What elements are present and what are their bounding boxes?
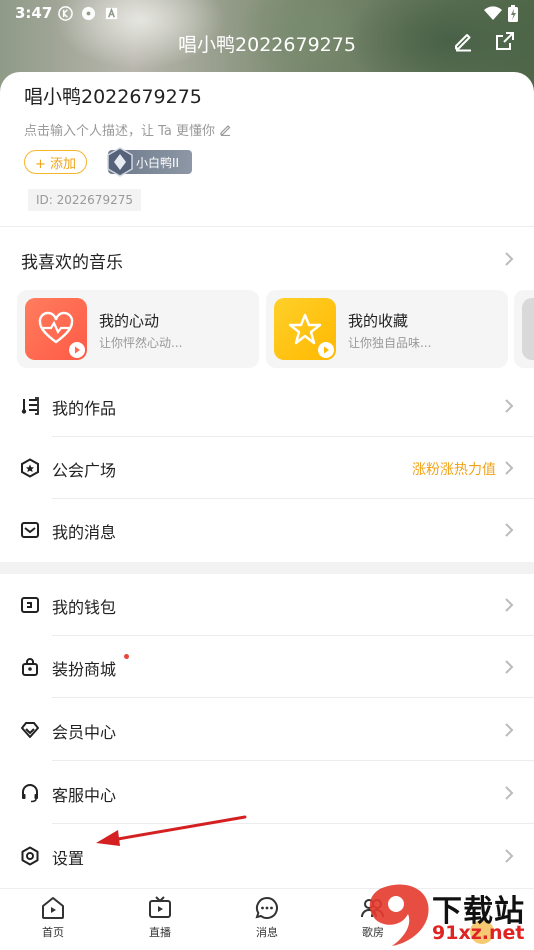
music-note-list-icon [21,397,39,415]
tab-messages[interactable]: 消息 [237,895,297,947]
chevron-right-icon [505,723,514,737]
diamond-icon [21,722,39,738]
menu-row-support[interactable]: 客服中心 [0,762,534,824]
row-divider [52,760,534,761]
music-card-partial[interactable] [514,290,534,368]
tab-label: 首页 [42,926,64,939]
mail-icon [21,522,39,538]
play-small-icon [318,342,334,358]
chevron-right-icon [505,461,514,475]
edit-pencil-icon[interactable] [452,30,474,52]
guild-promo-text: 涨粉涨热力值 [412,462,496,478]
menu-row-messages[interactable]: 我的消息 [0,499,534,561]
tab-home[interactable]: 首页 [23,895,83,947]
status-time: 3:47 [15,4,53,22]
status-system-icons [484,5,518,22]
home-play-icon [42,897,64,919]
heartbeat-icon [25,298,87,360]
music-card-title: 我的心动 [99,312,160,330]
chevron-right-icon [505,399,514,413]
tab-live[interactable]: 直播 [130,895,190,947]
shop-bag-icon [22,658,38,676]
play-small-icon [69,342,85,358]
wifi-icon [484,6,502,21]
profile-username: 唱小鸭2022679275 [24,86,202,108]
chevron-right-icon[interactable] [504,251,514,267]
menu-row-label: 装扮商城 [52,660,117,679]
guild-hexagon-icon [21,458,39,478]
add-tag-button[interactable]: + 添加 [24,150,87,174]
edit-small-icon [220,125,231,136]
profile-description-text: 点击输入个人描述，让 Ta 更懂你 [24,124,216,139]
menu-row-guild[interactable]: 公会广场 涨粉涨热力值 [0,437,534,499]
collection-icon [274,298,336,360]
chevron-right-icon [505,523,514,537]
partial-card-icon [522,298,534,360]
menu-row-wallet[interactable]: 我的钱包 [0,574,534,636]
share-icon[interactable] [494,30,516,52]
menu-row-works[interactable]: 我的作品 [0,375,534,437]
chevron-right-icon [505,660,514,674]
pinwheel-app-icon [81,6,96,21]
menu-row-label: 我的消息 [52,523,117,542]
divider [0,226,534,227]
battery-icon [508,5,518,22]
menu-row-label: 公会广场 [52,461,117,480]
menu-row-settings[interactable]: 设置 [0,825,534,887]
tv-icon [149,896,171,918]
a-app-icon [105,7,118,20]
chevron-right-icon [505,786,514,800]
menu-row-label: 我的钱包 [52,598,117,617]
menu-row-label: 我的作品 [52,399,117,418]
menu-row-label: 客服中心 [52,786,117,805]
music-card-collection[interactable]: 我的收藏 让你独自品味... [266,290,508,368]
status-bar: 3:47 [0,0,534,28]
chevron-right-icon [505,598,514,612]
level-gem-icon [107,147,133,177]
profile-description[interactable]: 点击输入个人描述，让 Ta 更懂你 [24,120,232,139]
menu-row-label: 会员中心 [52,723,117,742]
annotation-arrow [96,815,247,846]
row-divider [52,697,534,698]
gear-icon [21,846,39,866]
headset-icon [22,784,38,803]
new-badge-dot [124,654,129,659]
level-label: 小白鸭II [136,155,180,170]
chat-icon [255,896,278,919]
menu-row-shop[interactable]: 装扮商城 [0,636,534,698]
menu-row-vip[interactable]: 会员中心 [0,699,534,761]
chevron-right-icon [505,849,514,863]
music-card-subtitle: 让你怦然心动... [99,336,183,350]
music-card-title: 我的收藏 [348,312,409,330]
watermark-url: 91xz.net [432,922,525,944]
music-card-heartbeat[interactable]: 我的心动 让你怦然心动... [17,290,259,368]
menu-row-label: 设置 [52,849,85,868]
level-badge[interactable]: 小白鸭II [107,147,192,177]
tab-label: 直播 [149,926,171,939]
tab-label: 消息 [256,926,278,939]
k-app-icon [58,6,73,21]
section-divider [0,562,534,574]
status-notification-icons [58,6,119,21]
wallet-icon [21,597,39,613]
user-id-tag: ID: 2022679275 [28,189,141,211]
music-card-subtitle: 让你独自品味... [348,336,432,350]
favorite-music-title[interactable]: 我喜欢的音乐 [21,248,123,273]
